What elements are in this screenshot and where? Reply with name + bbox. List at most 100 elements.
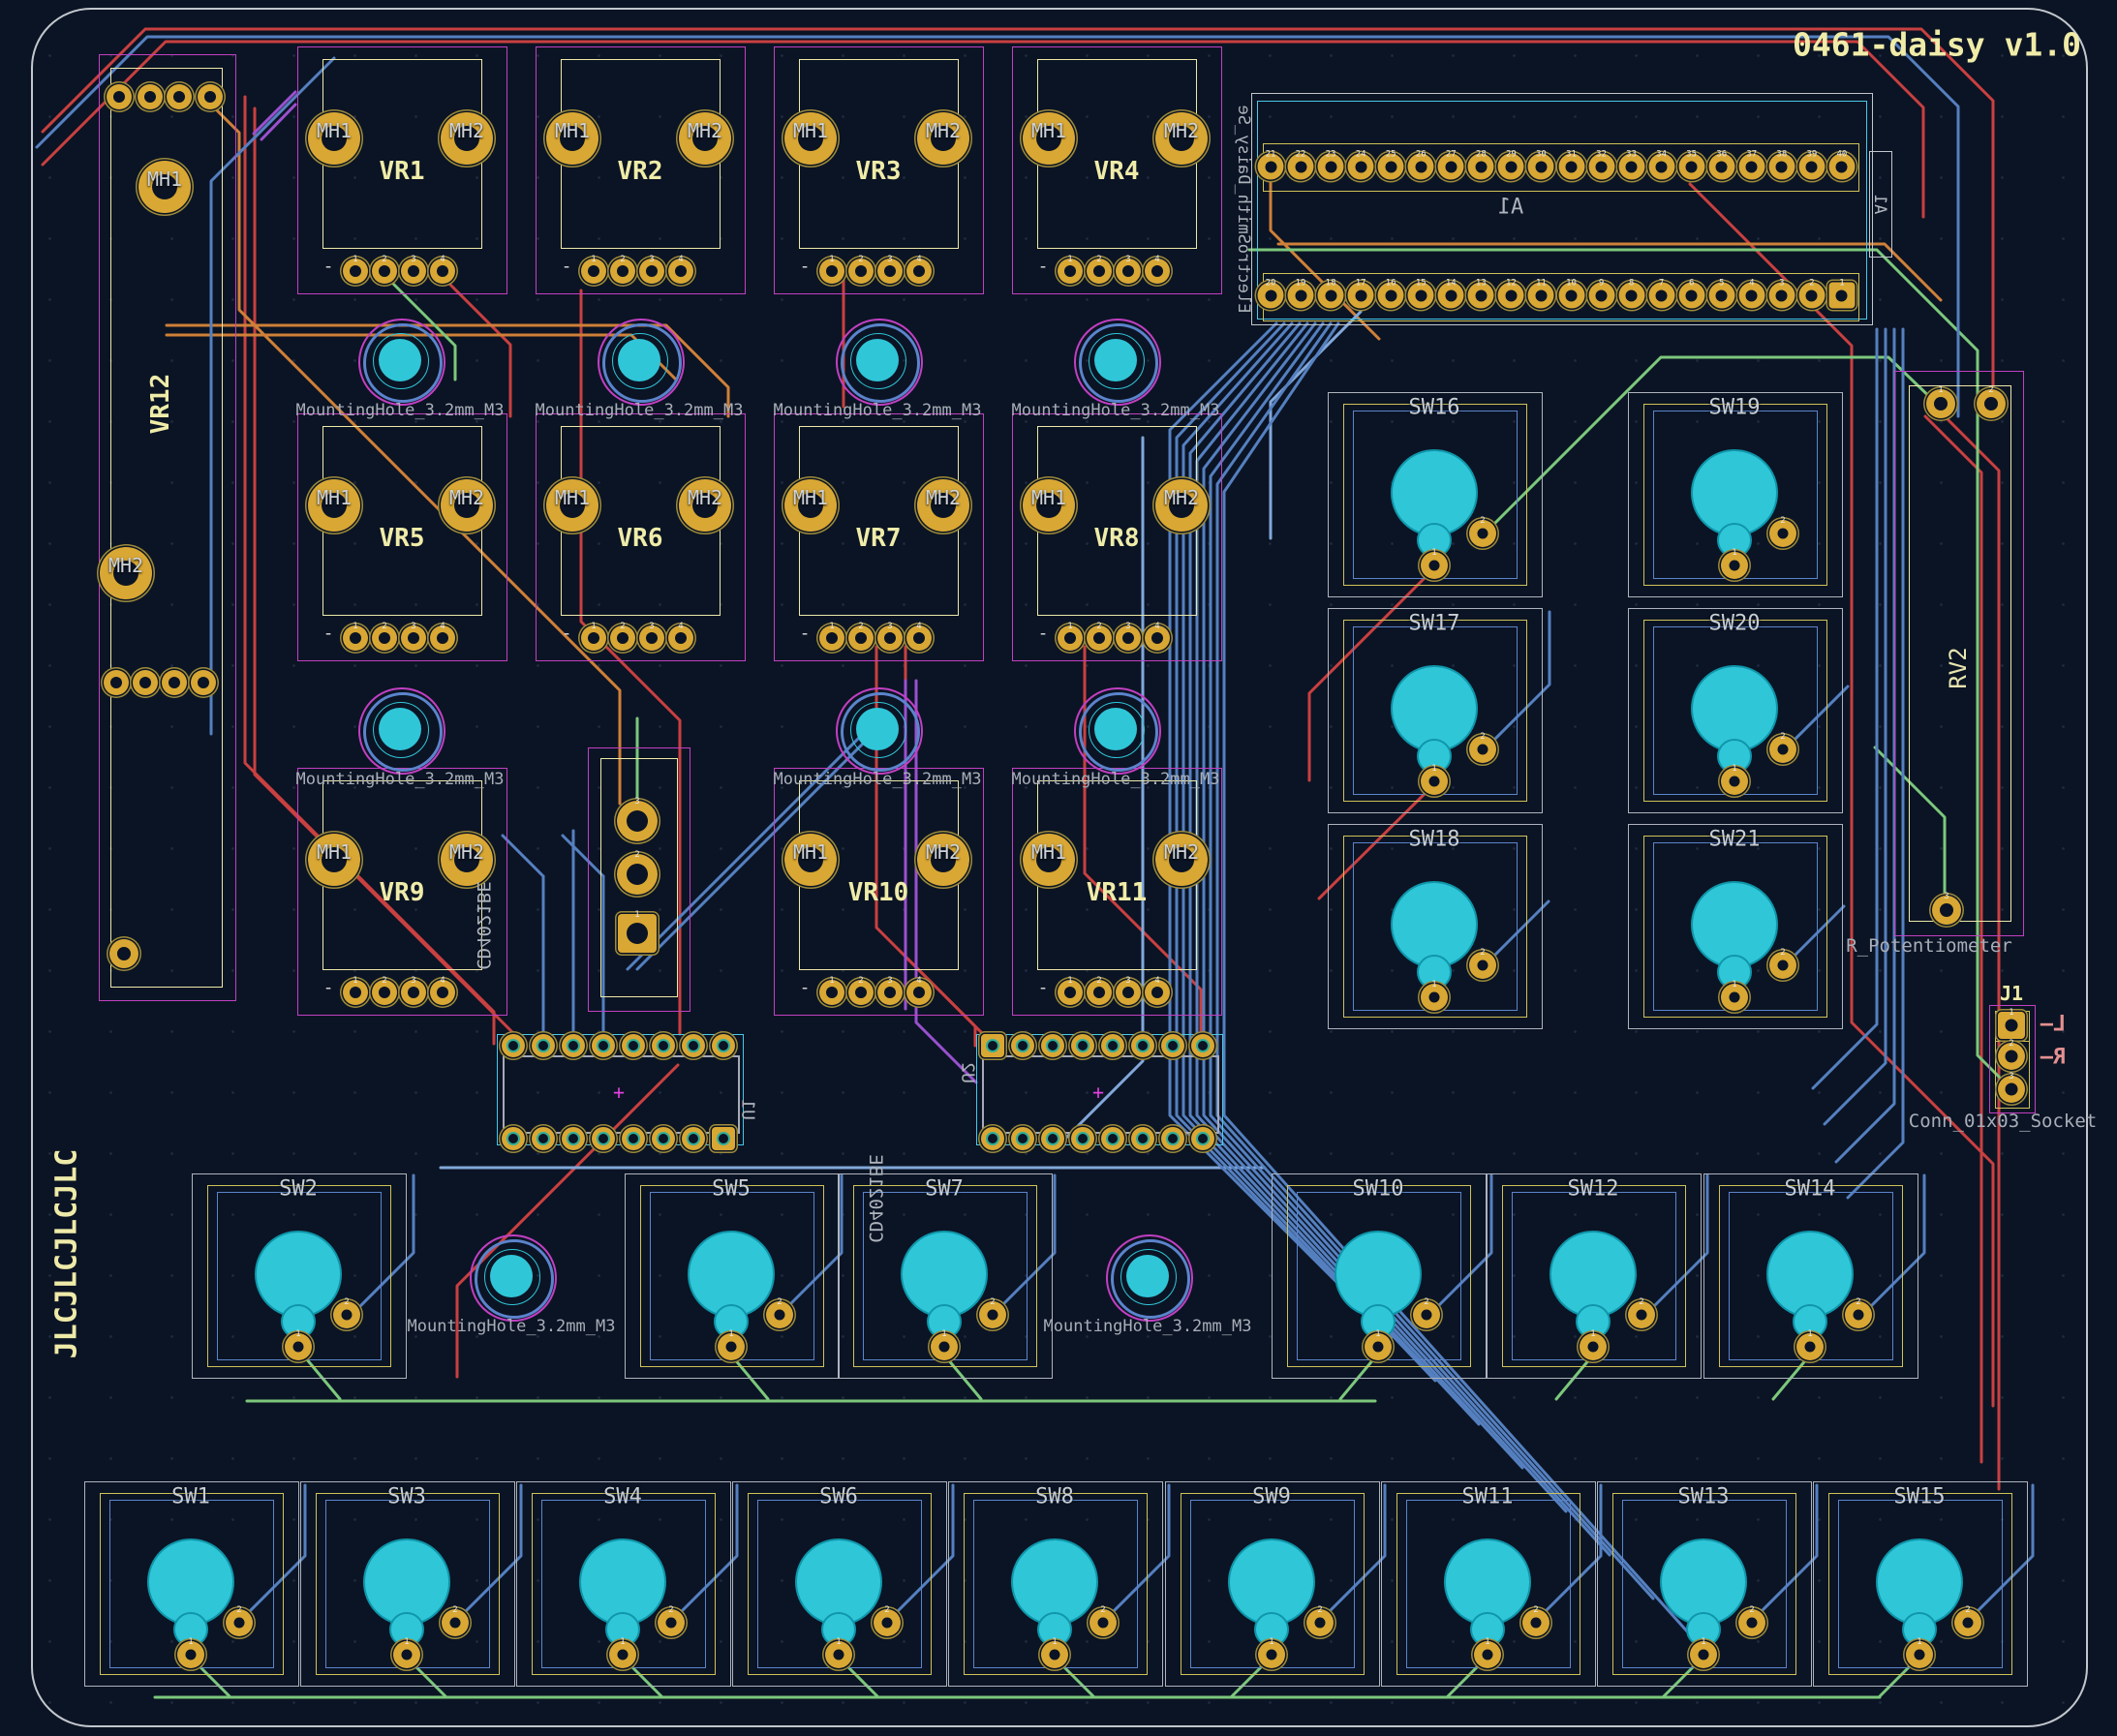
switch-pad[interactable]: 2	[1628, 1301, 1655, 1328]
header-pad[interactable]: 27	[1438, 154, 1464, 180]
socket-pad[interactable]	[1131, 1127, 1154, 1150]
socket-pad[interactable]	[1011, 1034, 1034, 1057]
vr12-pin-pad[interactable]	[138, 84, 163, 109]
header-pad[interactable]: 2	[1798, 283, 1825, 309]
pot-pin-pad[interactable]: 1	[581, 259, 606, 284]
pot-pin-pad[interactable]: 1	[1058, 980, 1083, 1005]
switch-SW3[interactable]: 12SW3	[300, 1481, 513, 1685]
j1-pad[interactable]: 1	[1998, 1012, 2025, 1039]
pot-pin-pad[interactable]: 3	[401, 259, 426, 284]
pot-pin-pad[interactable]: 2	[372, 625, 397, 651]
pot-pin-pad[interactable]: 1	[819, 980, 844, 1005]
switch-pad[interactable]: 2	[1469, 736, 1496, 763]
trace[interactable]	[503, 836, 543, 876]
pot-pin-pad[interactable]: 2	[372, 259, 397, 284]
pot-pin-pad[interactable]: 4	[906, 625, 932, 651]
socket-pad[interactable]	[1161, 1127, 1184, 1150]
switch-SW15[interactable]: 12SW15	[1813, 1481, 2026, 1685]
vr12-pin-pad[interactable]	[104, 670, 129, 695]
pot-pin-pad[interactable]: 2	[848, 259, 874, 284]
switch-SW13[interactable]: 12SW13	[1597, 1481, 1810, 1685]
j1-pad[interactable]: 3	[1998, 1076, 2025, 1103]
switch-pad[interactable]: 2	[1769, 736, 1796, 763]
header-pad[interactable]: 18	[1318, 283, 1344, 309]
header-pad[interactable]: 37	[1738, 154, 1764, 180]
switch-pad[interactable]: 1	[1421, 768, 1448, 795]
header-pad[interactable]: 16	[1378, 283, 1404, 309]
potentiometer-VR11[interactable]: MH1MH2VR111234-	[1012, 768, 1220, 1014]
switch-SW11[interactable]: 12SW11	[1381, 1481, 1594, 1685]
rv2-pad[interactable]: 3	[1932, 896, 1961, 925]
header-pad[interactable]: 20	[1258, 283, 1284, 309]
switch-pad[interactable]: 2	[1089, 1609, 1117, 1636]
header-pad[interactable]: 1	[1828, 283, 1855, 309]
pot-pin-pad[interactable]: 2	[848, 625, 874, 651]
socket-U2[interactable]: +	[976, 1034, 1221, 1143]
header-pad[interactable]: 19	[1288, 283, 1314, 309]
switch-SW8[interactable]: 12SW8	[948, 1481, 1161, 1685]
vr12-pin-pad[interactable]	[198, 84, 223, 109]
switch-pad[interactable]: 1	[1421, 984, 1448, 1011]
header-pad[interactable]: 4	[1738, 283, 1764, 309]
j1-pad[interactable]: 2	[1998, 1043, 2025, 1070]
header-pad[interactable]: 7	[1648, 283, 1674, 309]
header-pad[interactable]: 25	[1378, 154, 1404, 180]
header-pad[interactable]: 31	[1558, 154, 1584, 180]
switch-SW6[interactable]: 12SW6	[732, 1481, 945, 1685]
switch-pad[interactable]: 1	[1421, 552, 1448, 579]
pot-pin-pad[interactable]: 3	[877, 259, 903, 284]
pot-pin-pad[interactable]: 4	[668, 259, 693, 284]
header-pad[interactable]: 32	[1588, 154, 1614, 180]
potentiometer-VR1[interactable]: MH1MH2VR11234-	[297, 46, 506, 292]
switch-pad[interactable]: 1	[1041, 1641, 1068, 1668]
switch-pad[interactable]: 2	[874, 1609, 901, 1636]
switch-SW10[interactable]: 12SW10	[1272, 1173, 1485, 1377]
switch-pad[interactable]: 2	[979, 1301, 1006, 1328]
potentiometer-VR8[interactable]: MH1MH2VR81234-	[1012, 413, 1220, 659]
potentiometer-VR12[interactable]: MH1MH2VR12	[99, 54, 234, 999]
pot-pin-pad[interactable]: 4	[906, 980, 932, 1005]
pot-pin-pad[interactable]: 3	[1116, 980, 1141, 1005]
aux-pad[interactable]: 1	[618, 914, 657, 953]
switch-pad[interactable]: 2	[1738, 1609, 1765, 1636]
socket-pad[interactable]	[712, 1127, 735, 1150]
switch-pad[interactable]: 2	[1306, 1609, 1334, 1636]
header-pad[interactable]: 40	[1828, 154, 1855, 180]
switch-SW14[interactable]: 12SW14	[1703, 1173, 1917, 1377]
socket-pad[interactable]	[652, 1034, 675, 1057]
pot-pin-pad[interactable]: 4	[1145, 259, 1170, 284]
header-pad[interactable]: 28	[1468, 154, 1494, 180]
aux-pad[interactable]: 2	[617, 854, 658, 895]
aux-pad[interactable]: 3	[617, 801, 658, 841]
potentiometer-VR5[interactable]: MH1MH2VR51234-	[297, 413, 506, 659]
header-pad[interactable]: 9	[1588, 283, 1614, 309]
header-pad[interactable]: 6	[1678, 283, 1704, 309]
socket-U1[interactable]: +	[497, 1034, 742, 1143]
pot-pin-pad[interactable]: 4	[1145, 625, 1170, 651]
switch-pad[interactable]: 2	[766, 1301, 793, 1328]
switch-pad[interactable]: 1	[1580, 1333, 1607, 1360]
socket-pad[interactable]	[1071, 1127, 1094, 1150]
potentiometer-VR7[interactable]: MH1MH2VR71234-	[774, 413, 982, 659]
pot-pin-pad[interactable]: 4	[430, 259, 455, 284]
socket-pad[interactable]	[532, 1127, 555, 1150]
switch-pad[interactable]: 1	[1474, 1641, 1501, 1668]
header-pad[interactable]: 30	[1528, 154, 1554, 180]
pot-pin-pad[interactable]: 1	[819, 625, 844, 651]
switch-SW19[interactable]: 12SW19	[1628, 392, 1841, 595]
switch-pad[interactable]: 1	[609, 1641, 636, 1668]
socket-pad[interactable]	[622, 1127, 645, 1150]
socket-pad[interactable]	[1101, 1034, 1124, 1057]
socket-pad[interactable]	[562, 1034, 585, 1057]
pot-pin-pad[interactable]: 2	[1087, 980, 1112, 1005]
header-pad[interactable]: 36	[1708, 154, 1734, 180]
vr12-pin-pad[interactable]	[107, 84, 132, 109]
socket-pad[interactable]	[502, 1034, 525, 1057]
header-pad[interactable]: 23	[1318, 154, 1344, 180]
pot-pin-pad[interactable]: 1	[1058, 259, 1083, 284]
potentiometer-VR6[interactable]: MH1MH2VR61234-	[536, 413, 744, 659]
socket-pad[interactable]	[592, 1034, 615, 1057]
switch-pad[interactable]: 1	[931, 1333, 958, 1360]
socket-pad[interactable]	[1101, 1127, 1124, 1150]
switch-pad[interactable]: 2	[1954, 1609, 1981, 1636]
